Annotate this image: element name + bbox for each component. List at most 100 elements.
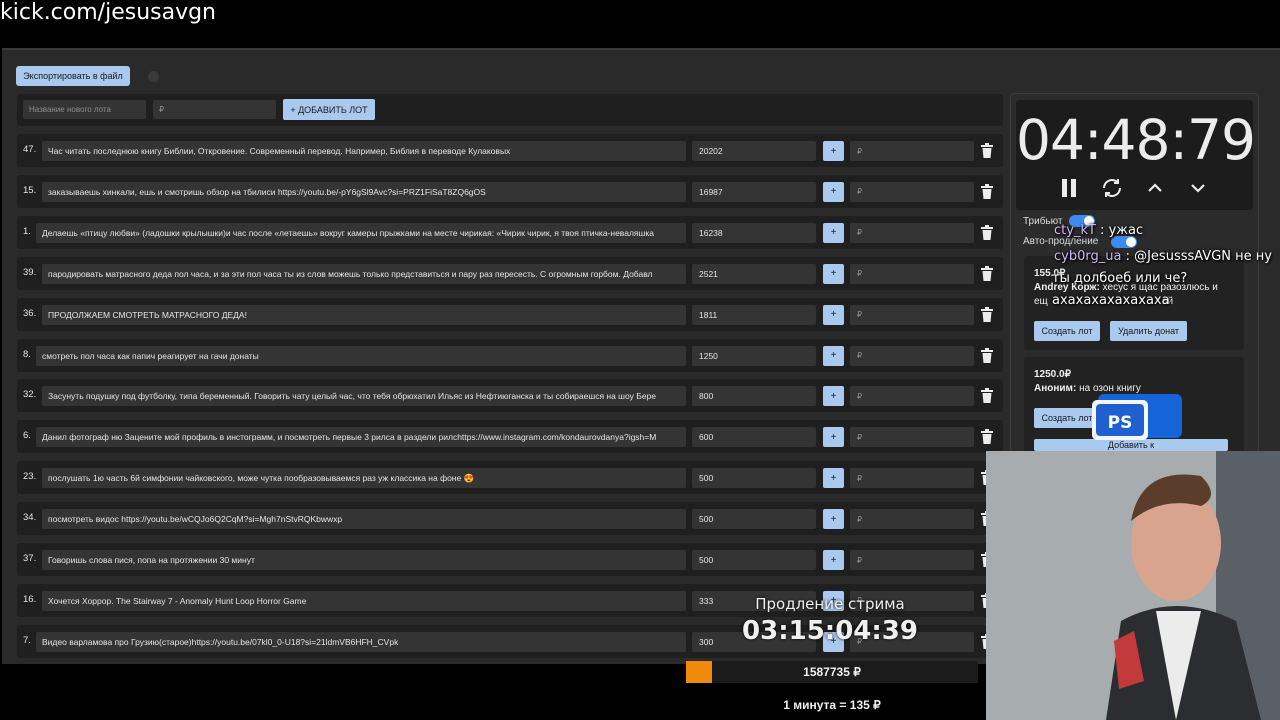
lot-add-amount-input[interactable]: ₽ xyxy=(850,222,974,243)
status-dot xyxy=(148,71,159,82)
lot-amount-input[interactable]: 16238 xyxy=(692,222,816,243)
lot-add-amount-input[interactable]: ₽ xyxy=(850,345,974,366)
url-bar: kick.com/jesusavgn xyxy=(0,0,217,25)
lot-title-input[interactable]: Данил фотограф ню Зацените мой профиль в… xyxy=(36,427,686,448)
rate-label: 1 минута = 135 ₽ xyxy=(783,698,881,712)
lot-number: 1. xyxy=(23,225,31,237)
chat-username: cty_kT xyxy=(1054,223,1096,238)
trash-icon[interactable] xyxy=(981,183,993,199)
lot-title-input[interactable]: посмотреть видос https://youtu.be/wCQJo6… xyxy=(42,509,686,530)
chat-message: ахахахахахахаха xyxy=(1052,293,1170,308)
lot-amount-input[interactable]: 500 xyxy=(692,468,816,489)
chat-message: cty_kT : ужас xyxy=(1054,223,1143,238)
lot-row: 15. заказываешь хинкали, ешь и смотришь о… xyxy=(17,174,1003,208)
chat-text: ахахахахахахаха xyxy=(1052,293,1170,308)
lot-row: 1. Делаешь «птицу любви» (ладошки крылышк… xyxy=(17,215,1003,249)
lot-title-input[interactable]: Видео варламова про Грузию(старое)https:… xyxy=(36,631,686,652)
lot-row: 34. посмотреть видос https://youtu.be/wCQ… xyxy=(17,502,1003,536)
lot-add-amount-input[interactable]: ₽ xyxy=(850,386,974,407)
trash-icon[interactable] xyxy=(981,224,993,240)
trash-icon[interactable] xyxy=(981,306,993,322)
lot-add-amount-input[interactable]: ₽ xyxy=(850,427,974,448)
donation-amount: 1250.0₽ xyxy=(1034,369,1071,380)
lot-title-input[interactable]: Делаешь «птицу любви» (ладошки крылышки)… xyxy=(36,222,686,243)
lot-add-button[interactable]: + xyxy=(823,427,844,448)
pause-icon[interactable] xyxy=(1057,176,1081,200)
lot-title-input[interactable]: послушать 1ю часть 6й симфонии чайковско… xyxy=(42,468,686,489)
lot-amount-input[interactable]: 500 xyxy=(692,509,816,530)
lot-add-amount-input[interactable]: ₽ xyxy=(850,550,974,570)
extension-label: Продление стрима xyxy=(755,595,905,613)
lot-row: 6. Данил фотограф ню Зацените мой профиль… xyxy=(17,420,1003,454)
export-button[interactable]: Экспортировать в файл xyxy=(16,66,130,86)
lot-add-button[interactable]: + xyxy=(823,141,844,161)
extension-timer: 03:15:04:39 xyxy=(742,616,918,646)
lot-add-amount-input[interactable]: ₽ xyxy=(850,304,974,325)
lot-title-input[interactable]: Говоришь слова пися, попа на протяжении … xyxy=(42,550,686,570)
lot-add-amount-input[interactable]: ₽ xyxy=(850,468,974,489)
playstation-logo-icon: PS xyxy=(1092,394,1182,440)
lot-title-input[interactable]: ПРОДОЛЖАЕМ СМОТРЕТЬ МАТРАСНОГО ДЕДА! xyxy=(42,304,686,325)
lot-amount-input[interactable]: 1811 xyxy=(692,304,816,325)
lot-amount-input[interactable]: 600 xyxy=(692,427,816,448)
lot-add-button[interactable]: + xyxy=(823,304,844,325)
trash-icon[interactable] xyxy=(981,265,993,281)
trash-icon[interactable] xyxy=(981,388,993,404)
lot-add-button[interactable]: + xyxy=(823,345,844,366)
lot-add-button[interactable]: + xyxy=(823,550,844,570)
lot-row: 47. Час читать последнюю книгу Библии, От… xyxy=(17,134,1003,167)
lot-amount-input[interactable]: 20202 xyxy=(692,141,816,161)
lot-add-amount-input[interactable]: ₽ xyxy=(850,509,974,530)
reset-icon[interactable] xyxy=(1100,176,1124,200)
lot-add-amount-input[interactable]: ₽ xyxy=(850,141,974,161)
lot-amount-input[interactable]: 1250 xyxy=(692,345,816,366)
lot-number: 36. xyxy=(23,307,37,319)
chevron-down-icon[interactable] xyxy=(1186,176,1210,200)
lot-title-input[interactable]: заказываешь хинкали, ешь и смотришь обзо… xyxy=(42,181,686,202)
lot-add-button[interactable]: + xyxy=(823,181,844,202)
lot-number: 47. xyxy=(23,144,37,155)
lot-add-button[interactable]: + xyxy=(823,222,844,243)
lot-add-button[interactable]: + xyxy=(823,386,844,407)
lot-number: 34. xyxy=(23,512,37,524)
lot-amount-input[interactable]: 2521 xyxy=(692,263,816,284)
lot-number: 15. xyxy=(23,184,37,196)
lot-add-button[interactable]: + xyxy=(823,468,844,489)
lot-row: 23. послушать 1ю часть 6й симфонии чайков… xyxy=(17,461,1003,495)
chat-text: ужас xyxy=(1108,223,1144,238)
chat-message: ты долбоеб или че? xyxy=(1052,271,1187,286)
lot-number: 23. xyxy=(23,471,37,483)
lot-amount-input[interactable]: 500 xyxy=(692,550,816,570)
lot-add-button[interactable]: + xyxy=(823,263,844,284)
lot-title-input[interactable]: Час читать последнюю книгу Библии, Откро… xyxy=(42,141,686,161)
donation-text-2: ещ xyxy=(1034,296,1048,307)
lot-title-input[interactable]: смотреть пол часа как папич реагирует на… xyxy=(36,345,686,366)
lot-title-input[interactable]: пародировать матрасного деда пол часа, и… xyxy=(42,263,686,284)
lot-number: 8. xyxy=(23,348,31,360)
chat-username: cyb0rg_ua xyxy=(1054,249,1122,264)
new-lot-name-input[interactable]: Название нового лота xyxy=(23,100,146,119)
chat-separator: : xyxy=(1121,249,1135,264)
lot-add-amount-input[interactable]: ₽ xyxy=(850,181,974,202)
webcam-feed xyxy=(986,451,1280,720)
chat-text: @JesusssAVGN не ну xyxy=(1134,249,1272,264)
lot-add-button[interactable]: + xyxy=(823,509,844,530)
lot-amount-input[interactable]: 16987 xyxy=(692,181,816,202)
lot-title-input[interactable]: Засунуть подушку под футболку, типа бере… xyxy=(42,386,686,407)
trash-icon[interactable] xyxy=(981,429,993,445)
lot-title-input[interactable]: Хочется Хоррор. The Stairway 7 - Anomaly… xyxy=(42,590,686,611)
streamer-video xyxy=(986,451,1280,720)
trash-icon[interactable] xyxy=(981,347,993,363)
delete-donation-button[interactable]: Удалить донат xyxy=(1110,321,1187,341)
lot-row: 8. смотреть пол часа как папич реагирует … xyxy=(17,338,1003,372)
add-lot-button[interactable]: + ДОБАВИТЬ ЛОТ xyxy=(283,99,375,120)
trash-icon[interactable] xyxy=(981,143,993,158)
new-lot-amount-input[interactable]: ₽ xyxy=(153,100,276,119)
chevron-up-icon[interactable] xyxy=(1143,176,1167,200)
create-lot-button[interactable]: Создать лот xyxy=(1034,321,1100,341)
lot-number: 7. xyxy=(23,634,31,646)
total-amount: 1587735 ₽ xyxy=(803,665,861,679)
lot-amount-input[interactable]: 800 xyxy=(692,386,816,407)
lot-add-amount-input[interactable]: ₽ xyxy=(850,263,974,284)
lot-number: 39. xyxy=(23,266,37,278)
